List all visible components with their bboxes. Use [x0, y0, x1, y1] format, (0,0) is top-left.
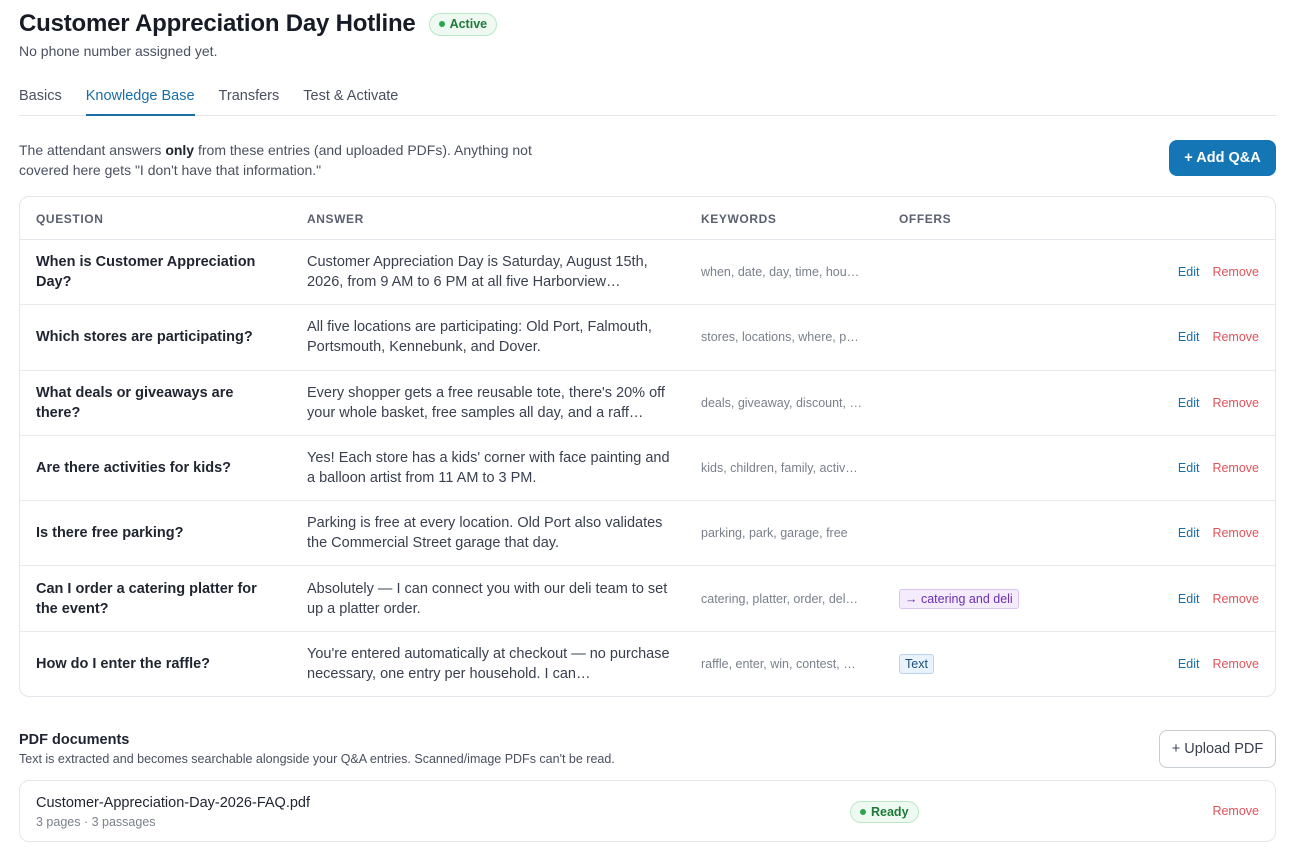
answer-cell: Parking is free at every location. Old P… — [307, 515, 663, 552]
column-header-offers: OFFERS — [899, 212, 952, 226]
edit-button[interactable]: Edit — [1178, 592, 1200, 606]
offer-cell: Text — [899, 654, 934, 675]
tab-transfers[interactable]: Transfers — [219, 86, 280, 116]
upload-pdf-button[interactable]: + Upload PDF — [1159, 730, 1276, 768]
pdf-remove-button[interactable]: Remove — [1212, 804, 1259, 818]
offer-chip: → catering and deli — [899, 588, 1019, 609]
tab-bar: Basics Knowledge Base Transfers Test & A… — [19, 86, 1276, 116]
table-row: Are there activities for kids? Yes! Each … — [20, 436, 1275, 502]
answer-cell: Absolutely — I can connect you with our … — [307, 580, 668, 617]
row-actions: Edit Remove — [1178, 461, 1259, 475]
edit-button[interactable]: Edit — [1178, 330, 1200, 344]
status-badge: Active — [428, 12, 498, 36]
table-row: What deals or giveaways are there? Every … — [20, 371, 1275, 436]
row-actions: Edit Remove — [1178, 657, 1259, 671]
question-cell: When is Customer Appreciation Day? — [36, 254, 256, 291]
question-cell: Can I order a catering platter for the e… — [36, 580, 257, 617]
answer-cell: All five locations are participating: Ol… — [307, 319, 652, 356]
remove-button[interactable]: Remove — [1212, 461, 1259, 475]
page-subtitle: No phone number assigned yet. — [19, 43, 218, 59]
table-row: Is there free parking? Parking is free at… — [20, 501, 1275, 567]
remove-button[interactable]: Remove — [1212, 330, 1259, 344]
tab-test-activate[interactable]: Test & Activate — [303, 86, 398, 116]
keywords-cell: kids, children, family, activ… — [701, 461, 858, 476]
row-actions: Edit Remove — [1178, 330, 1259, 344]
pdf-section-description: Text is extracted and becomes searchable… — [19, 752, 615, 766]
remove-button[interactable]: Remove — [1212, 396, 1259, 410]
column-header-keywords: KEYWORDS — [701, 212, 777, 226]
add-qa-button[interactable]: + Add Q&A — [1169, 140, 1276, 176]
table-row: Which stores are participating? All five … — [20, 305, 1275, 371]
question-cell: Is there free parking? — [36, 525, 184, 542]
offer-cell: → catering and deli — [899, 588, 1019, 609]
status-dot-icon — [860, 809, 866, 815]
qa-table: QUESTION ANSWER KEYWORDS OFFERS When is … — [19, 196, 1276, 697]
edit-button[interactable]: Edit — [1178, 396, 1200, 410]
intro-text-emphasis: only — [165, 142, 195, 158]
keywords-cell: when, date, day, time, hou… — [701, 265, 860, 280]
row-actions: Edit Remove — [1178, 592, 1259, 606]
table-body: When is Customer Appreciation Day? Custom… — [20, 240, 1275, 696]
keywords-cell: parking, park, garage, free — [701, 526, 848, 541]
tab-knowledge-base[interactable]: Knowledge Base — [85, 86, 195, 116]
table-row: Can I order a catering platter for the e… — [20, 566, 1275, 632]
table-header: QUESTION ANSWER KEYWORDS OFFERS — [20, 197, 1275, 240]
pdf-file-item: Customer-Appreciation-Day-2026-FAQ.pdf 3… — [19, 780, 1276, 842]
column-header-question: QUESTION — [36, 212, 104, 226]
pdf-file-meta: 3 pages · 3 passages — [36, 815, 156, 829]
row-actions: Edit Remove — [1178, 265, 1259, 279]
keywords-cell: raffle, enter, win, contest, … — [701, 657, 856, 672]
question-cell: Are there activities for kids? — [36, 460, 232, 477]
keywords-cell: catering, platter, order, del… — [701, 591, 859, 606]
status-badge-label: Active — [449, 17, 488, 31]
intro-text: The attendant answers only from these en… — [19, 140, 579, 180]
answer-cell: Customer Appreciation Day is Saturday, A… — [307, 254, 648, 291]
pdf-status-badge: Ready — [850, 801, 919, 823]
page-title: Customer Appreciation Day Hotline — [19, 10, 416, 37]
edit-button[interactable]: Edit — [1178, 461, 1200, 475]
offer-chip: Text — [899, 654, 934, 675]
remove-button[interactable]: Remove — [1212, 526, 1259, 540]
pdf-section-title: PDF documents — [19, 732, 130, 748]
edit-button[interactable]: Edit — [1178, 657, 1200, 671]
question-cell: What deals or giveaways are there? — [36, 384, 234, 421]
keywords-cell: deals, giveaway, discount, … — [701, 395, 862, 410]
row-actions: Edit Remove — [1178, 526, 1259, 540]
table-row: How do I enter the raffle? You're entered… — [20, 632, 1275, 696]
intro-text-start: The attendant answers — [19, 142, 166, 158]
edit-button[interactable]: Edit — [1178, 265, 1200, 279]
table-row: When is Customer Appreciation Day? Custom… — [20, 240, 1275, 306]
title-row: Customer Appreciation Day Hotline Active — [19, 10, 498, 38]
pdf-status-label: Ready — [871, 805, 909, 819]
answer-cell: Every shopper gets a free reusable tote,… — [307, 384, 665, 421]
answer-cell: You're entered automatically at checkout… — [307, 646, 670, 683]
tab-basics[interactable]: Basics — [19, 86, 62, 116]
remove-button[interactable]: Remove — [1212, 592, 1259, 606]
question-cell: Which stores are participating? — [36, 329, 253, 346]
row-actions: Edit Remove — [1178, 396, 1259, 410]
keywords-cell: stores, locations, where, p… — [701, 330, 859, 345]
question-cell: How do I enter the raffle? — [36, 656, 211, 673]
status-dot-icon — [438, 21, 445, 27]
answer-cell: Yes! Each store has a kids' corner with … — [307, 450, 670, 487]
remove-button[interactable]: Remove — [1212, 265, 1259, 279]
pdf-file-name: Customer-Appreciation-Day-2026-FAQ.pdf — [36, 795, 311, 811]
remove-button[interactable]: Remove — [1212, 657, 1259, 671]
edit-button[interactable]: Edit — [1178, 526, 1200, 540]
column-header-answer: ANSWER — [307, 212, 364, 226]
page-header: Customer Appreciation Day Hotline Active… — [19, 10, 498, 59]
